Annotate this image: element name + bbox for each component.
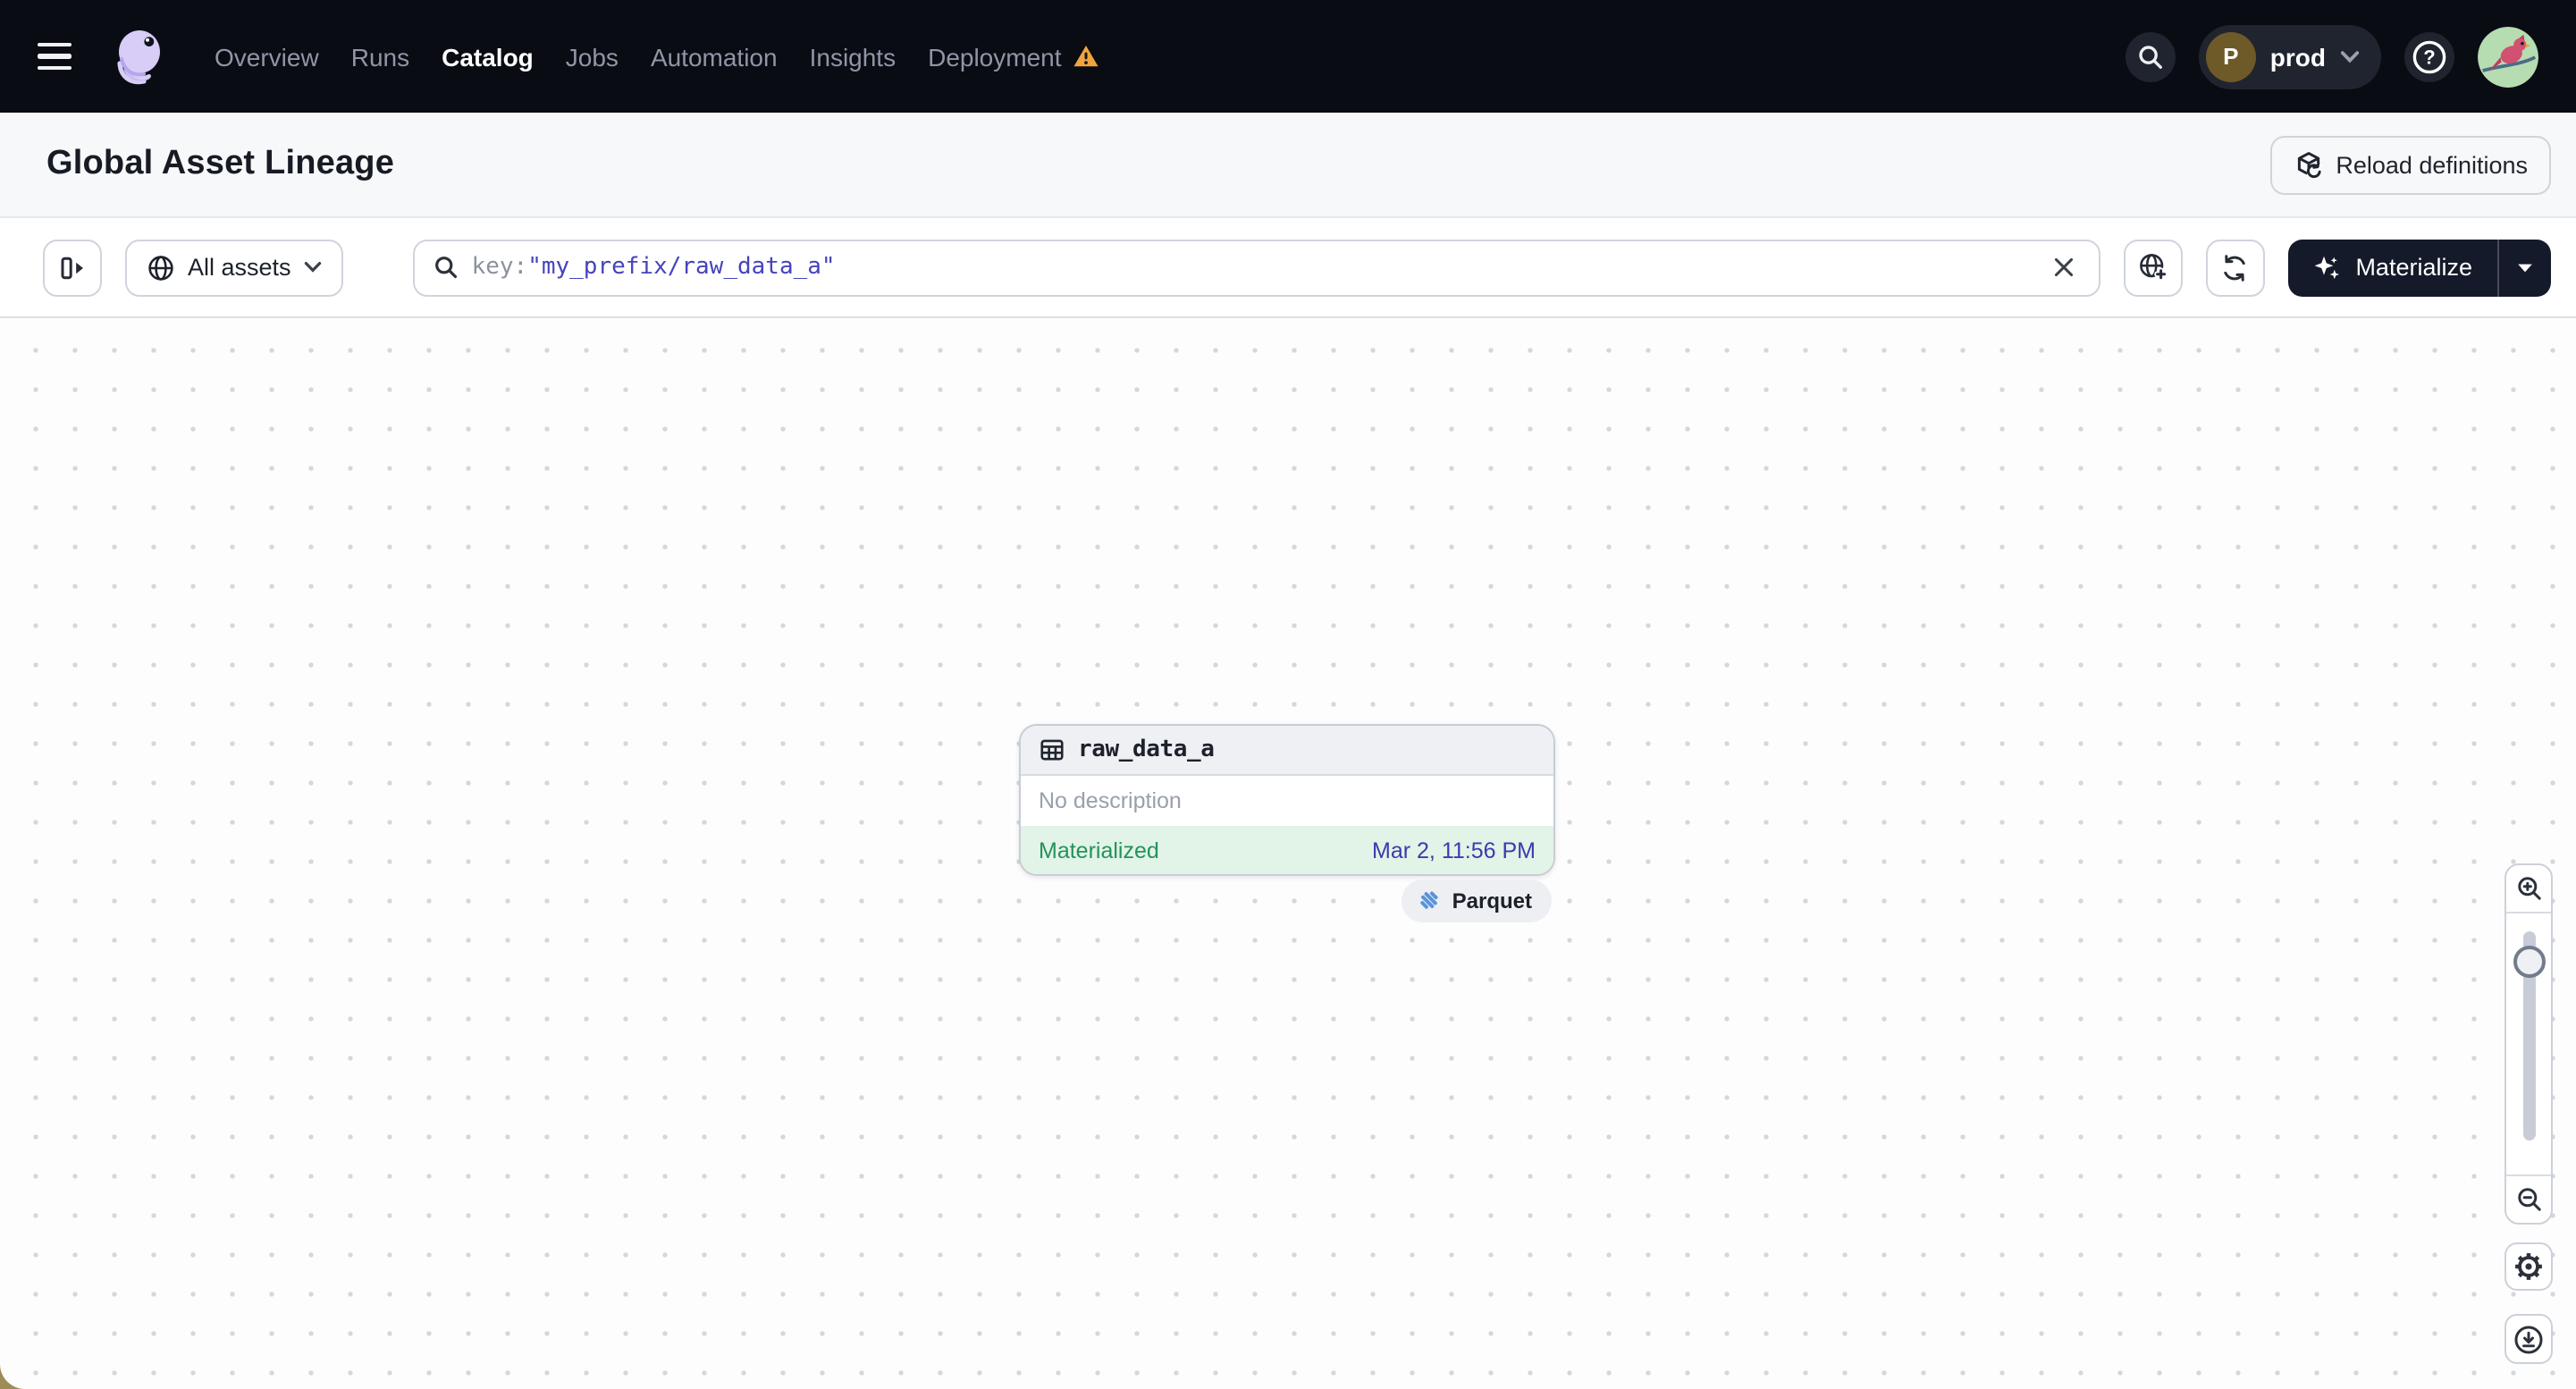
refresh-graph-button[interactable] bbox=[2205, 239, 2265, 296]
search-token-key: key: bbox=[471, 254, 528, 281]
gear-icon bbox=[2513, 1251, 2544, 1282]
nav-item-insights[interactable]: Insights bbox=[810, 42, 897, 71]
refresh-icon bbox=[2220, 253, 2249, 282]
dagster-app-window: Overview Runs Catalog Jobs Automation In… bbox=[0, 0, 2576, 1389]
lineage-toolbar: All assets key:"my_prefix/raw_data_a" Ma… bbox=[0, 218, 2576, 318]
panel-toggle-icon bbox=[58, 253, 87, 282]
dagster-logo-icon[interactable] bbox=[107, 24, 172, 88]
page-title: Global Asset Lineage bbox=[46, 145, 395, 182]
chevron-down-icon bbox=[304, 261, 322, 274]
search-query-text: key:"my_prefix/raw_data_a" bbox=[472, 254, 2033, 281]
help-button[interactable]: ? bbox=[2404, 31, 2454, 81]
search-icon bbox=[2136, 42, 2165, 71]
chevron-down-icon bbox=[2340, 49, 2360, 63]
search-token-value: "my_prefix/raw_data_a" bbox=[527, 254, 836, 281]
globe-icon bbox=[147, 253, 175, 282]
compute-kind-label: Parquet bbox=[1452, 888, 1532, 913]
lineage-graph-canvas[interactable]: raw_data_a No description Materialized M… bbox=[0, 318, 2576, 1389]
zoom-slider-thumb[interactable] bbox=[2513, 946, 2545, 978]
zoom-in-icon bbox=[2514, 874, 2543, 903]
environment-switcher[interactable]: P prod bbox=[2198, 24, 2381, 88]
zoom-slider bbox=[2506, 912, 2551, 1176]
svg-text:?: ? bbox=[2423, 46, 2435, 68]
open-left-panel-button[interactable] bbox=[43, 239, 102, 296]
download-icon bbox=[2513, 1324, 2544, 1354]
nav-right-group: P prod ? bbox=[2125, 24, 2538, 88]
globe-plus-icon bbox=[2137, 252, 2168, 282]
asset-node-status: Materialized bbox=[1039, 838, 1159, 863]
top-navigation-bar: Overview Runs Catalog Jobs Automation In… bbox=[0, 0, 2576, 113]
user-avatar[interactable] bbox=[2478, 26, 2538, 87]
caret-down-icon bbox=[2517, 262, 2533, 273]
nav-item-deployment[interactable]: Deployment bbox=[928, 42, 1099, 71]
materialize-label: Materialize bbox=[2355, 254, 2472, 281]
primary-nav-links: Overview Runs Catalog Jobs Automation In… bbox=[215, 42, 1099, 71]
asset-node-materialized-time[interactable]: Mar 2, 11:56 PM bbox=[1372, 838, 1536, 863]
materialize-split-button: Materialize bbox=[2287, 239, 2551, 296]
reload-definitions-label: Reload definitions bbox=[2336, 151, 2528, 178]
zoom-out-button[interactable] bbox=[2506, 1176, 2551, 1223]
search-icon bbox=[433, 254, 459, 281]
nav-item-jobs[interactable]: Jobs bbox=[566, 42, 619, 71]
asset-node-status-row: Materialized Mar 2, 11:56 PM bbox=[1021, 826, 1553, 874]
environment-name: prod bbox=[2269, 42, 2326, 71]
nav-item-runs[interactable]: Runs bbox=[351, 42, 409, 71]
nav-item-catalog[interactable]: Catalog bbox=[442, 42, 534, 71]
compute-kind-tag-parquet[interactable]: Parquet bbox=[1402, 880, 1552, 922]
nav-item-overview[interactable]: Overview bbox=[215, 42, 319, 71]
download-graph-button[interactable] bbox=[2504, 1314, 2553, 1364]
asset-node-header: raw_data_a bbox=[1021, 726, 1553, 776]
filter-lineage-graph-button[interactable] bbox=[2123, 239, 2183, 296]
help-icon: ? bbox=[2410, 37, 2449, 76]
asset-node-description-row: No description bbox=[1021, 776, 1553, 826]
nav-item-automation[interactable]: Automation bbox=[651, 42, 778, 71]
environment-avatar: P bbox=[2205, 31, 2256, 81]
table-icon bbox=[1039, 737, 1065, 763]
parquet-icon bbox=[1417, 888, 1442, 913]
materialize-options-button[interactable] bbox=[2497, 239, 2551, 296]
zoom-controls bbox=[2504, 863, 2553, 1225]
asset-search-input[interactable]: key:"my_prefix/raw_data_a" bbox=[412, 239, 2100, 296]
zoom-in-button[interactable] bbox=[2506, 865, 2551, 912]
materialize-button[interactable]: Materialize bbox=[2287, 239, 2497, 296]
asset-node-title: raw_data_a bbox=[1078, 737, 1215, 763]
page-header: Global Asset Lineage Reload definitions bbox=[0, 113, 2576, 218]
nav-item-deployment-label: Deployment bbox=[928, 42, 1062, 71]
asset-scope-dropdown[interactable]: All assets bbox=[125, 239, 343, 296]
close-icon bbox=[2052, 256, 2075, 279]
menu-hamburger-icon[interactable] bbox=[38, 33, 84, 80]
warning-triangle-icon bbox=[1073, 43, 1099, 70]
asset-node-description: No description bbox=[1039, 788, 1182, 813]
clear-search-button[interactable] bbox=[2044, 248, 2084, 287]
zoom-out-icon bbox=[2514, 1185, 2543, 1214]
graph-settings-button[interactable] bbox=[2504, 1242, 2553, 1291]
sparkles-icon bbox=[2312, 253, 2341, 282]
reload-definitions-icon bbox=[2293, 149, 2323, 180]
asset-node-raw-data-a[interactable]: raw_data_a No description Materialized M… bbox=[1019, 724, 1555, 876]
asset-scope-label: All assets bbox=[188, 254, 291, 281]
reload-definitions-button[interactable]: Reload definitions bbox=[2269, 135, 2551, 194]
global-search-button[interactable] bbox=[2125, 31, 2176, 81]
